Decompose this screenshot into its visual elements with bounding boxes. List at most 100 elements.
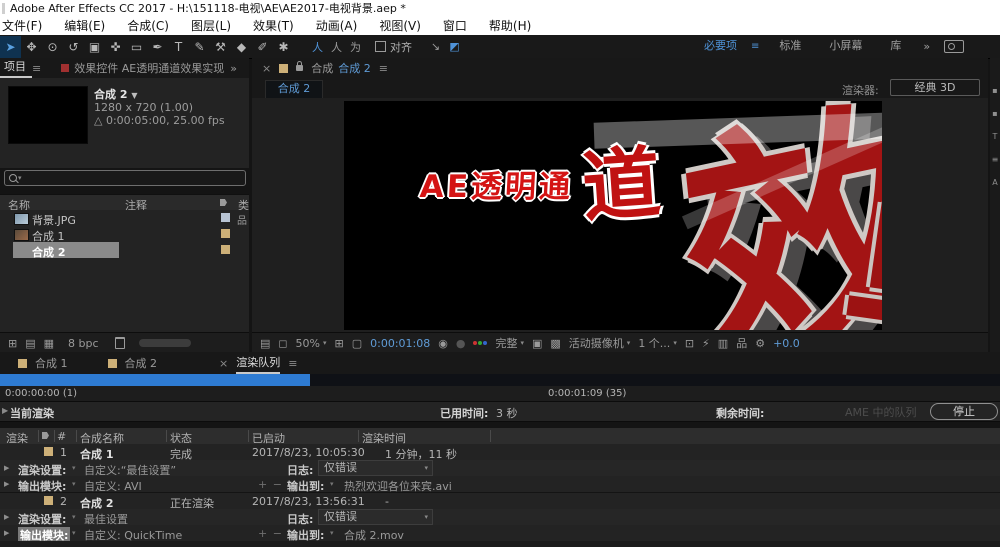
project-panel-menu-icon[interactable]: ≡ — [32, 62, 41, 75]
item-label-swatch[interactable] — [44, 447, 53, 456]
dock-menu-icon[interactable]: ≡ — [992, 155, 999, 164]
log-select[interactable]: 仅错误 ▾ — [318, 509, 433, 525]
dock-panel-icon[interactable]: ▪ — [992, 109, 997, 118]
renderer-button[interactable]: 经典 3D — [890, 79, 980, 96]
menu-window[interactable]: 窗口 — [443, 17, 467, 35]
view-layout-caret-icon[interactable]: ▾ — [673, 339, 677, 347]
new-folder-icon[interactable]: ▤ — [25, 337, 35, 350]
expand-icon[interactable]: ▶ — [4, 513, 9, 521]
settings-caret-icon[interactable]: ▾ — [72, 513, 76, 521]
magnification-monitor-icon[interactable]: ◻ — [278, 337, 287, 350]
always-preview-icon[interactable]: ▤ — [260, 337, 270, 350]
composition-canvas[interactable]: 效 效 果 AE透明通 道 — [344, 101, 882, 330]
pan-behind-tool-icon[interactable]: ✜ — [105, 36, 126, 58]
timeline-button-icon[interactable]: ▥ — [718, 337, 728, 350]
project-row-bg-jpg[interactable]: 背景.JPG 品 — [0, 210, 249, 227]
comp-tab-prefix[interactable]: 合成 — [311, 60, 333, 76]
hand-tool-icon[interactable]: ✥ — [21, 36, 42, 58]
label-swatch[interactable] — [221, 245, 230, 254]
horizontal-scrollbar[interactable] — [138, 339, 191, 347]
text-tool-icon[interactable]: T — [168, 36, 189, 58]
lock-icon[interactable] — [296, 61, 304, 71]
comp-tab-name[interactable]: 合成 2 — [338, 60, 371, 76]
add-remove-output-icons[interactable]: + − — [258, 478, 283, 491]
project-row-comp1[interactable]: 合成 1 — [0, 226, 249, 243]
workspace-overflow-icon[interactable]: » — [915, 40, 938, 53]
project-search-input[interactable]: ▾ — [4, 170, 246, 186]
brush-tool-icon[interactable]: ✎ — [189, 36, 210, 58]
item-label-swatch[interactable] — [44, 496, 53, 505]
zoom-caret-icon[interactable]: ▾ — [323, 339, 327, 347]
tab-comp1[interactable]: 合成 1 — [35, 355, 68, 371]
resolution-select[interactable]: 完整 — [495, 335, 517, 351]
tab-project[interactable]: 项目 — [0, 58, 32, 78]
snap-label[interactable]: 对齐 — [390, 39, 412, 55]
menu-edit[interactable]: 编辑(E) — [64, 17, 105, 35]
expand-icon[interactable]: ▶ — [4, 464, 9, 472]
output-caret-icon[interactable]: ▾ — [72, 480, 76, 488]
label-column-tag-icon[interactable] — [42, 432, 49, 439]
shape-tool-icon[interactable]: ▭ — [126, 36, 147, 58]
puppet-pin-tool-icon[interactable]: ✱ — [273, 36, 294, 58]
snap-checkbox[interactable] — [375, 41, 386, 52]
transparency-grid-icon[interactable]: ▩ — [550, 337, 560, 350]
menu-file[interactable]: 文件(F) — [2, 17, 42, 35]
camera-caret-icon[interactable]: ▾ — [627, 339, 631, 347]
output-module-value[interactable]: 自定义: AVI — [84, 478, 142, 494]
stop-button[interactable]: 停止 — [930, 403, 998, 420]
workspace-menu-icon[interactable]: ≡ — [751, 41, 765, 52]
menu-help[interactable]: 帮助(H) — [489, 17, 531, 35]
output-to-value[interactable]: 热烈欢迎各位来宾.avi — [344, 478, 452, 494]
mask-visibility-icon[interactable]: ▢ — [352, 337, 362, 350]
bit-depth-label[interactable]: 8 bpc — [68, 337, 99, 350]
workspace-libraries[interactable]: 库 — [876, 35, 915, 57]
selection-tool-icon[interactable]: ➤ — [0, 35, 21, 58]
tab-comp2[interactable]: 合成 2 — [125, 355, 158, 371]
exposure-value[interactable]: +0.0 — [773, 337, 800, 350]
output-to-caret-icon[interactable]: ▾ — [330, 529, 334, 537]
output-caret-icon[interactable]: ▾ — [72, 529, 76, 537]
snapshot-icon[interactable]: ◉ — [438, 337, 448, 350]
composition-viewer[interactable]: 效 效 果 AE透明通 道 — [252, 98, 988, 332]
workspace-small-screen[interactable]: 小屏幕 — [815, 35, 876, 57]
dock-panel-icon[interactable]: ▪ — [992, 86, 997, 95]
roto-brush-tool-icon[interactable]: ✐ — [252, 36, 273, 58]
close-tab-icon[interactable]: × — [219, 357, 228, 370]
current-timecode[interactable]: 0:00:01:08 — [370, 337, 430, 350]
view-axis-mode-icon[interactable]: 为 — [346, 39, 365, 55]
selection-box-icon[interactable]: ◩ — [445, 40, 464, 53]
add-remove-output-icons[interactable]: + − — [258, 527, 283, 540]
render-item-row[interactable]: 2 合成 2 正在渲染 2017/8/23, 13:56:31 - — [0, 493, 1000, 510]
zoom-tool-icon[interactable]: ⊙ — [42, 36, 63, 58]
workspace-search-icon[interactable] — [944, 39, 965, 53]
mask-visibility-icon[interactable]: ↘ — [426, 40, 445, 53]
dock-align-icon[interactable]: A — [992, 178, 997, 187]
fast-previews-icon[interactable]: ⚡ — [702, 337, 710, 350]
flowchart-button-icon[interactable]: 品 — [736, 335, 747, 351]
item-caret-icon[interactable]: ▼ — [131, 91, 137, 100]
tab-effect-controls[interactable]: 效果控件 AE透明通道效果实现 — [74, 60, 224, 76]
render-queue-menu-icon[interactable]: ≡ — [288, 357, 297, 370]
view-layout-select[interactable]: 1 个... — [638, 335, 670, 351]
expand-icon[interactable]: ▶ — [4, 529, 9, 537]
panel-overflow-icon[interactable]: » — [230, 62, 237, 75]
menu-view[interactable]: 视图(V) — [379, 17, 421, 35]
show-snapshot-icon[interactable]: ● — [456, 337, 466, 350]
pixel-aspect-icon[interactable]: ⊡ — [685, 337, 694, 350]
clone-stamp-tool-icon[interactable]: ⚒ — [210, 36, 231, 58]
viewer-tab[interactable]: 合成 2 — [265, 80, 323, 99]
expand-icon[interactable]: ▶ — [2, 406, 8, 415]
rotate-tool-icon[interactable]: ↺ — [63, 36, 84, 58]
menu-layer[interactable]: 图层(L) — [191, 17, 231, 35]
local-axis-mode-icon[interactable]: 人 — [308, 39, 327, 55]
channel-icon[interactable] — [473, 341, 488, 345]
delete-icon[interactable] — [114, 337, 125, 349]
camera-select[interactable]: 活动摄像机 — [569, 335, 624, 351]
column-number[interactable]: # — [57, 430, 66, 443]
pen-tool-icon[interactable]: ✒ — [147, 36, 168, 58]
label-swatch[interactable] — [221, 229, 230, 238]
grid-options-icon[interactable]: ⊞ — [335, 337, 344, 350]
workspace-standard[interactable]: 标准 — [765, 35, 815, 57]
label-swatch[interactable] — [221, 213, 230, 222]
camera-tool-icon[interactable]: ▣ — [84, 36, 105, 58]
